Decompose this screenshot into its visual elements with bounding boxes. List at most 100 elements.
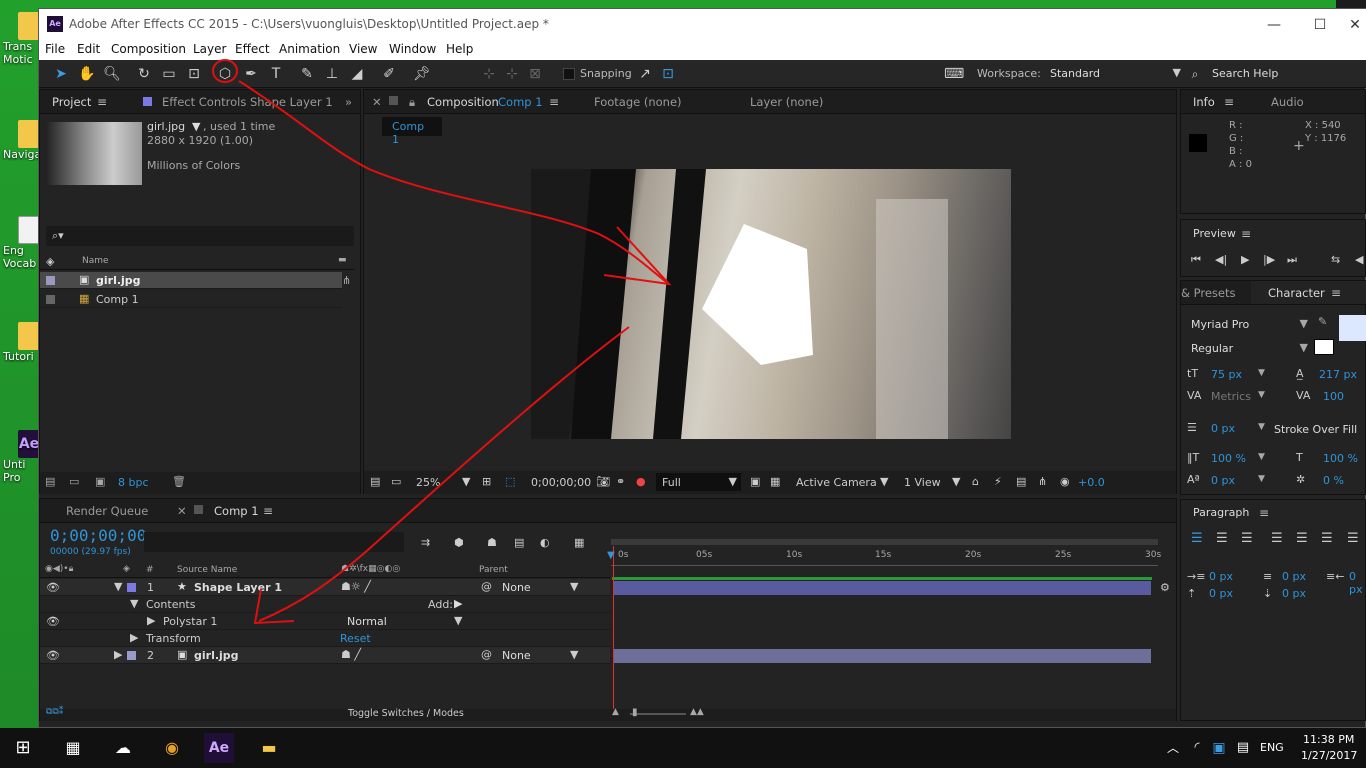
layer-name[interactable]: Shape Layer 1 [194,581,282,594]
mask-visibility-icon[interactable]: ⬚ [505,475,515,488]
channel-icon[interactable]: ● [636,475,646,488]
current-time-indicator[interactable] [613,546,614,710]
title-bar[interactable]: Ae Adobe After Effects CC 2015 - C:\User… [39,9,1366,40]
chevron-down-icon[interactable]: ▼ [570,580,578,593]
kerning-value[interactable]: Metrics [1211,390,1251,403]
column-parent[interactable]: Parent [479,565,508,575]
zoom-slider-handle[interactable]: ▮ [632,707,638,718]
project-item-row[interactable]: ▣ girl.jpg [40,272,342,289]
zoom-slider[interactable] [630,713,686,715]
first-frame-icon[interactable]: ⏮ [1191,253,1201,267]
layer-property-row[interactable]: 👁︎ ▶ Polystar 1 Normal ▼ [40,613,610,630]
snap-features-icon[interactable]: ⊡ [658,64,678,84]
visibility-eye-icon[interactable]: 👁︎ [46,615,60,628]
clone-stamp-tool-icon[interactable]: ⊥ [322,64,342,84]
tab-render-queue[interactable]: Render Queue [66,504,148,518]
menu-layer[interactable]: Layer [193,42,226,56]
playhead-icon[interactable]: ▼ [607,550,615,561]
add-menu-icon[interactable]: ▶ [454,597,462,610]
project-item-row[interactable]: ▦ Comp 1 [40,291,342,308]
layer-duration-bar[interactable] [613,581,1151,595]
menu-effect[interactable]: Effect [235,42,270,56]
new-composition-icon[interactable]: ▣ [95,475,105,488]
new-folder-icon[interactable]: ▭ [69,475,79,488]
tab-audio[interactable]: Audio [1271,95,1304,109]
fill-color-swatch[interactable] [1339,315,1366,341]
timeline-menu-icon[interactable]: ≡ [263,504,273,518]
label-color[interactable] [46,295,55,304]
search-help[interactable]: Search Help [1212,67,1278,80]
workspace-dropdown[interactable]: Standard ▼ [1047,63,1181,83]
menu-composition[interactable]: Composition [111,42,186,56]
tab-composition[interactable]: Composition [427,95,499,109]
expand-twirl-icon[interactable]: ▼ [114,580,122,593]
tab-project[interactable]: Project [52,95,91,109]
character-menu-icon[interactable]: ≡ [1331,286,1341,300]
align-center-icon[interactable]: ☰ [1216,531,1228,546]
fast-previews-icon[interactable]: ⚡ [994,475,1002,488]
polystar-shape[interactable] [702,224,813,365]
desktop-icon-trans[interactable]: Trans Motic [0,12,38,66]
region-of-interest-icon[interactable]: ▣ [750,475,760,488]
graph-editor-icon[interactable]: ▦ [574,536,584,549]
comp-breadcrumb[interactable]: Comp 1 [382,117,442,146]
hand-tool-icon[interactable]: ✋ [77,64,97,84]
clock-time[interactable]: 11:38 PM [1303,733,1354,746]
layer-switches-toggle-icon[interactable]: ⧉⧉⁑ [46,707,63,717]
timeline-timecode[interactable]: 0;00;00;00 [50,526,146,545]
project-search-input[interactable]: ⌕▾ [46,226,354,246]
leading-value[interactable]: 217 px [1319,368,1357,381]
hide-shy-icon[interactable]: ☗ [487,536,497,549]
baseline-shift-value[interactable]: 0 px [1211,474,1235,487]
paragraph-menu-icon[interactable]: ≡ [1259,506,1269,520]
menu-view[interactable]: View [349,42,377,56]
justify-all-icon[interactable]: ☰ [1347,531,1359,546]
eraser-tool-icon[interactable]: ◢ [347,64,367,84]
snapshot-icon[interactable]: 📷︎ [596,475,610,488]
interpret-footage-icon[interactable]: ▤ [45,475,55,488]
parent-pickwhip-icon[interactable]: @ [481,648,492,661]
always-preview-icon[interactable]: ▤ [370,475,380,488]
tab-info[interactable]: Info [1193,95,1215,109]
previous-frame-icon[interactable]: ◀| [1215,253,1227,266]
eyedropper-icon[interactable]: ✎ [1318,315,1327,328]
expand-twirl-icon[interactable]: ▶ [147,614,155,627]
snap-edges-icon[interactable]: ↗ [635,64,655,84]
view-layout[interactable]: 1 View [904,476,941,489]
parent-value[interactable]: None [502,581,531,594]
close-button[interactable]: ✕ [1343,13,1366,37]
tab-layer[interactable]: Layer (none) [750,95,823,109]
color-depth[interactable]: 8 bpc [118,476,149,489]
loop-icon[interactable]: ⇆ [1331,253,1340,266]
space-after-value[interactable]: 0 px [1282,587,1306,600]
menu-edit[interactable]: Edit [77,42,100,56]
chevron-down-icon[interactable]: ▼ [1258,474,1265,484]
chevron-down-icon[interactable]: ▼ [880,475,888,488]
file-explorer-icon[interactable]: ▬ [254,733,284,763]
close-icon[interactable]: ✕ [372,95,382,109]
action-center-icon[interactable]: ▤ [1228,733,1258,763]
last-frame-icon[interactable]: ⏭ [1287,253,1297,267]
column-name[interactable]: Name [82,256,109,266]
space-before-value[interactable]: 0 px [1209,587,1233,600]
blend-mode-value[interactable]: Normal [347,615,387,628]
tracking-value[interactable]: 100 [1323,390,1344,403]
desktop-icon-english-vocab[interactable]: Eng Vocab [0,216,38,270]
chevron-down-icon[interactable]: ▼ [1258,390,1265,400]
add-label[interactable]: Add: [428,598,453,611]
tab-timeline-comp[interactable]: Comp 1 [214,504,259,518]
menu-animation[interactable]: Animation [279,42,340,56]
tab-composition-name[interactable]: Comp 1 [498,95,543,109]
exposure-value[interactable]: +0.0 [1078,476,1105,489]
selection-tool-icon[interactable]: ➤ [51,64,71,84]
font-style-dropdown[interactable]: Regular ▼ [1188,339,1308,357]
column-source-name[interactable]: Source Name [177,565,237,575]
task-view-icon[interactable]: ▦ [58,733,88,763]
info-menu-icon[interactable]: ≡ [1224,95,1234,109]
tab-character[interactable]: Character [1268,286,1325,300]
stroke-color-swatch[interactable] [1314,339,1334,355]
align-left-icon[interactable]: ☰ [1191,531,1203,546]
visibility-eye-icon[interactable]: 👁︎ [46,581,60,594]
transparency-grid-icon[interactable]: ▦ [770,475,780,488]
vertical-scale-value[interactable]: 100 % [1211,452,1246,465]
